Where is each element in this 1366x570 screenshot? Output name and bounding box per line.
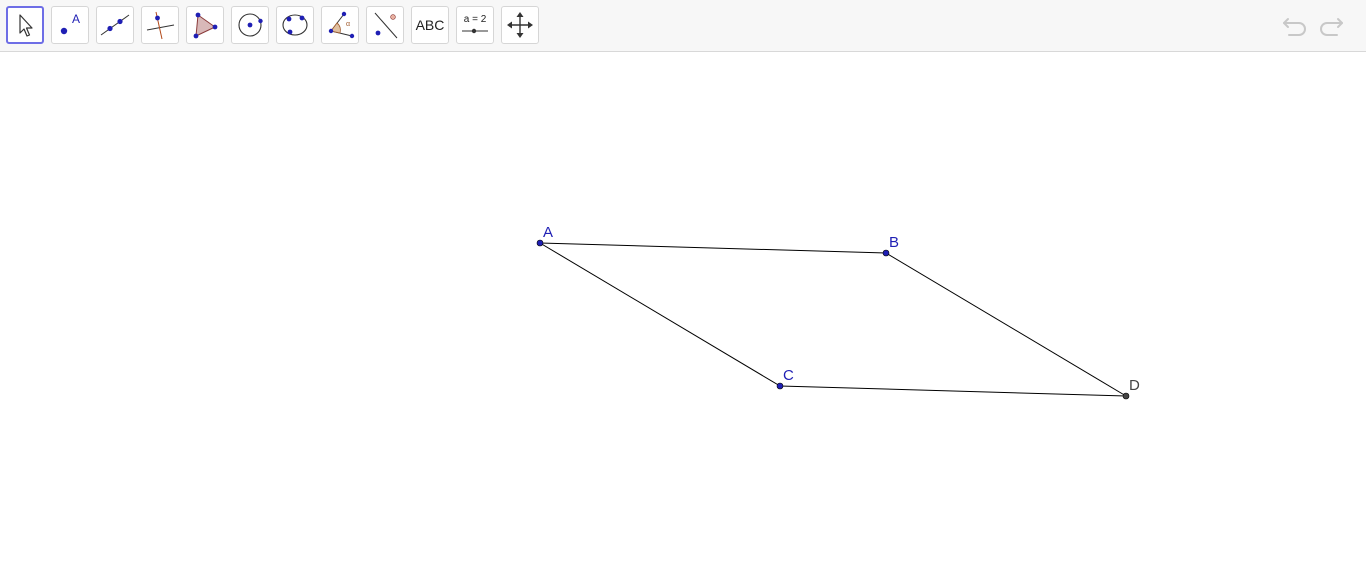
geogebra-app: A α ABC a = 2 A B C D: [0, 0, 1366, 570]
segment-bd[interactable]: [885, 252, 1127, 397]
redo-icon: [1320, 18, 1343, 36]
move-arrow-icon: [19, 14, 33, 37]
perpendicular-tool-button[interactable]: [141, 6, 179, 44]
point-icon: A: [60, 12, 80, 35]
point-icon-label: A: [72, 12, 80, 26]
circle-tool-button[interactable]: [231, 6, 269, 44]
undo-icon: [1283, 18, 1306, 36]
polygon-icon: [193, 12, 218, 39]
graphics-view-svg[interactable]: A B C D: [0, 53, 1366, 570]
toolbar: A α ABC a = 2: [0, 0, 1366, 52]
reflect-about-line-icon: [374, 12, 398, 39]
conic-through-points-icon: [282, 14, 308, 36]
move-graphics-view-tool-button[interactable]: [501, 6, 539, 44]
line-tool-button[interactable]: [96, 6, 134, 44]
text-tool-button[interactable]: ABC: [411, 6, 449, 44]
point-b-label: B: [889, 234, 899, 251]
circle-center-point-icon: [238, 13, 263, 37]
redo-button[interactable]: [1316, 12, 1346, 40]
move-tool-button[interactable]: [6, 6, 44, 44]
segment-cd[interactable]: [779, 385, 1127, 397]
line-through-points-icon: [100, 14, 130, 36]
point-c-label: C: [783, 367, 794, 384]
reflect-tool-button[interactable]: [366, 6, 404, 44]
segment-ac[interactable]: [539, 242, 781, 387]
slider-icon: a = 2: [462, 14, 488, 34]
move-graphics-view-icon: [507, 12, 533, 38]
undo-button[interactable]: [1280, 12, 1310, 40]
point-tool-button[interactable]: A: [51, 6, 89, 44]
angle-icon-label: α: [346, 21, 350, 28]
point-d-label: D: [1129, 377, 1140, 394]
point-a-label: A: [543, 224, 553, 241]
text-tool-label: ABC: [415, 17, 445, 33]
slider-icon-label: a = 2: [464, 14, 487, 25]
angle-icon: α: [328, 11, 355, 39]
graphics-view[interactable]: A B C D: [0, 53, 1366, 570]
perpendicular-line-icon: [146, 11, 175, 40]
slider-tool-button[interactable]: a = 2: [456, 6, 494, 44]
polygon-tool-button[interactable]: [186, 6, 224, 44]
angle-tool-button[interactable]: α: [321, 6, 359, 44]
segment-ab[interactable]: [539, 242, 887, 254]
conic-tool-button[interactable]: [276, 6, 314, 44]
